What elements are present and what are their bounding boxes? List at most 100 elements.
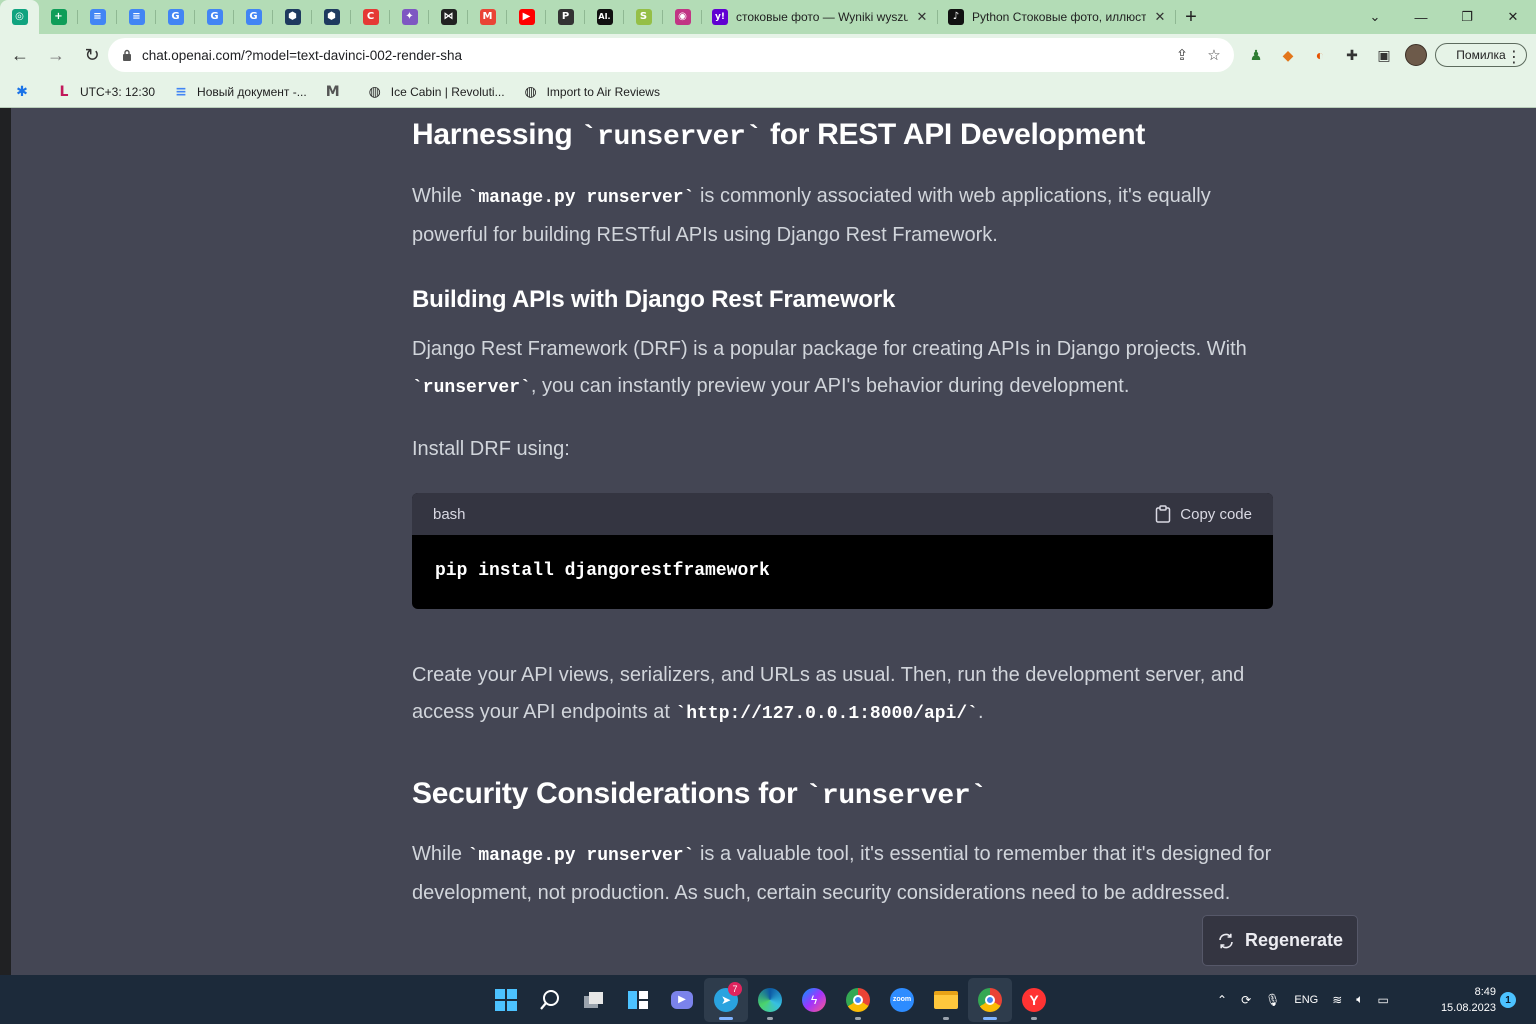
bookmark-item[interactable]: M <box>325 84 349 100</box>
pinned-tab[interactable]: P <box>546 0 585 34</box>
sync-icon[interactable]: ⟳ <box>1241 993 1251 1007</box>
pinned-tab[interactable]: ◉ <box>663 0 702 34</box>
show-hidden-icons-icon[interactable]: ⌃ <box>1217 993 1227 1007</box>
task-view-icon[interactable] <box>572 978 616 1022</box>
tab-search-icon[interactable]: ⌄ <box>1352 0 1398 34</box>
telegram-icon[interactable]: ➤ 7 <box>704 977 748 1022</box>
edge-icon[interactable] <box>748 978 792 1022</box>
battery-icon[interactable]: ▭ <box>1377 993 1388 1007</box>
teams-chat-icon[interactable]: ▶ <box>660 978 704 1022</box>
pinned-tab[interactable]: ✦ <box>390 0 429 34</box>
code-content[interactable]: pip install djangorestframework <box>412 535 1273 607</box>
paragraph-api-endpoints: Create your API views, serializers, and … <box>412 664 1245 724</box>
bookmark-item[interactable]: ✱ <box>14 84 38 100</box>
code-block: bash Copy code pip install djangorestfra… <box>412 493 1273 609</box>
yandex-browser-icon[interactable]: Y <box>1012 978 1056 1022</box>
copyleaks-icon: C <box>362 9 379 25</box>
tab-title: Python Стоковые фото, иллюстр <box>972 10 1146 24</box>
metamask-icon[interactable]: ◆ <box>1272 34 1304 76</box>
bookmark-item[interactable]: ≡ Новый документ -... <box>173 84 307 100</box>
pinned-tab[interactable]: AI. <box>585 0 624 34</box>
pinned-tab[interactable]: ≡ <box>78 0 117 34</box>
maximize-button[interactable]: ❐ <box>1444 0 1490 34</box>
minimize-button[interactable]: — <box>1398 0 1444 34</box>
pinned-tab[interactable]: G <box>156 0 195 34</box>
extension-circle-icon[interactable]: ◐ <box>1304 34 1336 76</box>
close-icon[interactable]: ✕ <box>914 9 930 25</box>
widgets-icon[interactable] <box>616 978 660 1022</box>
tab-yahoo[interactable]: y! стоковые фото — Wyniki wyszuk ✕ <box>702 0 938 34</box>
file-explorer-icon[interactable] <box>924 978 968 1022</box>
chrome-icon[interactable] <box>968 977 1012 1022</box>
chatgpt-icon: ◎ <box>11 9 28 25</box>
new-tab-button[interactable]: + <box>1176 0 1206 34</box>
pinned-tabs: ◎ + ≡ ≡ G G G ⬢ ⬢ C ✦ ⋈ M ▶ P AI. S ◉ <box>0 0 702 34</box>
pinned-tab[interactable]: ◎ <box>0 0 39 34</box>
back-button[interactable]: ← <box>4 39 36 71</box>
copy-code-button[interactable]: Copy code <box>1155 505 1252 523</box>
pinned-tab[interactable]: C <box>351 0 390 34</box>
close-window-button[interactable]: ✕ <box>1490 0 1536 34</box>
sparkle-icon: ✦ <box>401 9 418 25</box>
language-indicator[interactable]: ENG <box>1294 994 1318 1006</box>
bookmark-item[interactable]: ◍ Import to Air Reviews <box>523 83 659 100</box>
globe-icon: ◍ <box>524 83 537 100</box>
extensions-puzzle-icon[interactable]: ✚ <box>1336 34 1368 76</box>
pinned-tab[interactable]: ⬢ <box>312 0 351 34</box>
pinned-tab[interactable]: ≡ <box>117 0 156 34</box>
pinned-tab[interactable]: + <box>39 0 78 34</box>
paragraph-drf: Django Rest Framework (DRF) is a popular… <box>412 338 1247 398</box>
pinned-tab[interactable]: S <box>624 0 663 34</box>
start-button[interactable] <box>484 978 528 1022</box>
google-docs-icon: ≡ <box>175 83 187 100</box>
chrome-profile-icon[interactable] <box>836 978 880 1022</box>
clock-date: 15.08.2023 <box>1440 1002 1496 1014</box>
bookmark-item[interactable]: ◍ Ice Cabin | Revoluti... <box>367 84 505 100</box>
pinned-tab[interactable]: ⬢ <box>273 0 312 34</box>
share-icon[interactable]: ⇪ <box>1168 46 1196 64</box>
shopify-icon: S <box>635 9 652 25</box>
tab-python-stock[interactable]: ♪ Python Стоковые фото, иллюстр ✕ <box>938 0 1176 34</box>
notification-badge[interactable]: 1 <box>1500 992 1516 1008</box>
tab-strip: ◎ + ≡ ≡ G G G ⬢ ⬢ C ✦ ⋈ M ▶ P AI. S ◉ y! стоковые фото — … <box>0 0 1536 34</box>
forward-button[interactable]: → <box>40 39 72 71</box>
google-docs-icon: ≡ <box>128 9 145 25</box>
bookmark-item[interactable]: L UTC+3: 12:30 <box>56 84 156 100</box>
reload-button[interactable]: ↻ <box>76 39 108 71</box>
tab-title: стоковые фото — Wyniki wyszuk <box>736 10 908 24</box>
heading-security: Security Considerations for `runserver` <box>412 777 987 812</box>
paragraph-runserver-rest: While `manage.py runserver` is commonly … <box>412 185 1211 246</box>
chat-content: Harnessing `runserver` for REST API Deve… <box>0 108 1536 975</box>
close-icon[interactable]: ✕ <box>1152 9 1168 25</box>
bookmark-label: UTC+3: 12:30 <box>80 84 156 99</box>
regenerate-label: Regenerate <box>1244 930 1344 950</box>
search-icon[interactable] <box>528 978 572 1022</box>
regenerate-button[interactable]: Regenerate <box>1202 915 1358 966</box>
side-panel-icon[interactable]: ▣ <box>1368 34 1400 76</box>
volume-icon[interactable]: 🔈︎ <box>1356 992 1363 1007</box>
bookmark-star-icon[interactable]: ☆ <box>1200 46 1228 64</box>
address-bar[interactable]: chat.openai.com/?model=text-davinci-002-… <box>108 38 1234 72</box>
clock[interactable]: 8:49 15.08.2023 <box>1434 984 1496 1016</box>
telegram-badge: 7 <box>728 981 742 996</box>
heading-rest-api: Harnessing `runserver` for REST API Deve… <box>412 118 1146 153</box>
microphone-icon[interactable]: 🎙︎ <box>1265 993 1280 1007</box>
pinned-tab[interactable]: G <box>195 0 234 34</box>
browser-toolbar: ← → ↻ chat.openai.com/?model=text-davinc… <box>0 34 1536 76</box>
wifi-icon[interactable]: ≋ <box>1332 993 1342 1007</box>
pinned-tab[interactable]: ⋈ <box>429 0 468 34</box>
messenger-icon[interactable]: ϟ <box>792 978 836 1022</box>
zoom-icon[interactable]: zoom <box>880 978 924 1022</box>
avatar[interactable] <box>1400 34 1432 76</box>
menu-kebab-icon[interactable]: ⋮ <box>1506 47 1522 67</box>
pinned-tab[interactable]: ▶ <box>507 0 546 34</box>
code-block-header: bash Copy code <box>412 493 1273 535</box>
youtube-icon: ▶ <box>518 9 535 25</box>
pinned-tab[interactable]: M <box>468 0 507 34</box>
google-sheets-icon: + <box>50 9 67 25</box>
extension-leaf-icon[interactable]: ♟ <box>1240 34 1272 76</box>
settings-gear-icon: ✱ <box>16 83 28 100</box>
pinned-tab[interactable]: G <box>234 0 273 34</box>
url-text[interactable]: chat.openai.com/?model=text-davinci-002-… <box>142 48 462 63</box>
lock-icon[interactable] <box>120 49 134 61</box>
